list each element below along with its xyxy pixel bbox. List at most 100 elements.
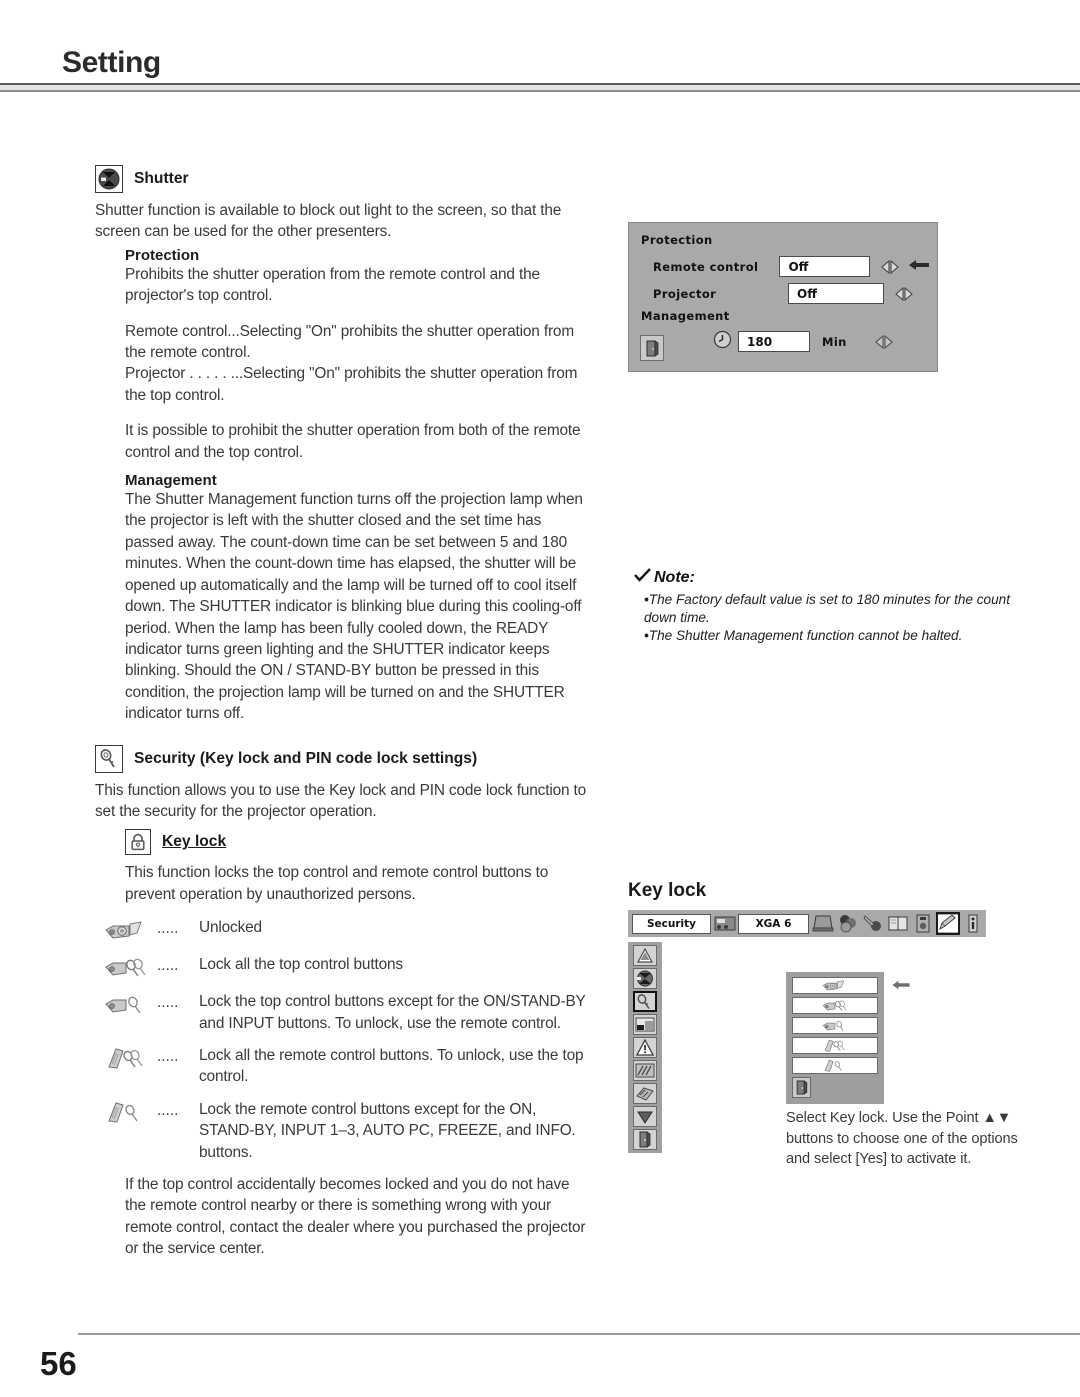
protection-item-1: Projector . . . . . ...Selecting "On" pr…	[125, 363, 590, 406]
sound-icon[interactable]	[912, 913, 934, 934]
osd-sidebar	[628, 942, 662, 1153]
key-lock-dropdown	[786, 972, 884, 1104]
security-heading-label: Security (Key lock and PIN code lock set…	[134, 749, 478, 767]
dropdown-exit-door-icon[interactable]	[792, 1077, 811, 1098]
sidebar-item-filter[interactable]	[633, 1060, 657, 1081]
key-lock-osd-caption: Select Key lock. Use the Point ▲▼ button…	[786, 1110, 1018, 1168]
osd-projector-label: Projector	[653, 286, 717, 301]
protection-item-0: Remote control...Selecting "On" prohibit…	[125, 321, 590, 364]
note-block: Note: •The Factory default value is set …	[634, 568, 1010, 646]
right-column: Protection Remote control Off Projector …	[628, 222, 1028, 372]
sidebar-item-shutter[interactable]	[633, 968, 657, 989]
footer-divider	[78, 1333, 1080, 1335]
list-dots: .....	[157, 1101, 179, 1119]
list-item-text: Unlocked	[199, 919, 262, 937]
projector-lock-all-icon	[95, 954, 157, 980]
left-column: Shutter Shutter function is available to…	[95, 165, 590, 1260]
protection-osd-dialog: Protection Remote control Off Projector …	[628, 222, 938, 372]
osd-remote-control-arrows[interactable]	[879, 259, 901, 274]
list-dots: .....	[157, 957, 179, 975]
list-item: ..... Unlocked	[95, 917, 590, 943]
osd-protection-title: Protection	[641, 233, 713, 247]
list-item-text: Lock the top control buttons except for …	[199, 993, 586, 1032]
key-lock-osd-title: Key lock	[628, 880, 707, 901]
osd-projector-arrows[interactable]	[893, 286, 915, 301]
sidebar-item-down-arrow[interactable]	[633, 1106, 657, 1127]
list-dots: .....	[157, 994, 179, 1012]
left-arrow-icon	[890, 976, 912, 995]
protection-label: Protection	[125, 246, 200, 264]
sidebar-item-security[interactable]	[633, 991, 657, 1012]
protection-item-1-term: Projector . . . . . ...	[125, 365, 243, 383]
list-item-text: Lock the remote control buttons except f…	[199, 1100, 576, 1161]
dropdown-option-unlocked[interactable]	[792, 977, 878, 994]
clock-icon	[713, 330, 732, 353]
list-item: ..... Lock all the remote control button…	[95, 1045, 590, 1088]
key-lock-osd-block: Key lock Security XGA 6 Select Key lock.…	[628, 880, 1028, 1167]
list-item-text: Lock all the top control buttons	[199, 956, 403, 974]
screen-icon[interactable]	[887, 913, 909, 934]
manual-page: Setting Shutter Shutter function is avai…	[0, 0, 1080, 1397]
osd-menu-label: Security	[632, 913, 711, 934]
list-dots: .....	[157, 1047, 179, 1065]
color-adjust-icon[interactable]	[837, 913, 859, 934]
sidebar-item-lamp[interactable]	[633, 1014, 657, 1035]
note-item-text: The Factory default value is set to 180 …	[644, 592, 1010, 626]
key-lock-osd: Security XGA 6 Select Key lock. Use the …	[628, 910, 1018, 1167]
note-item: •The Shutter Management function cannot …	[644, 628, 963, 644]
list-item: ..... Lock the top control buttons excep…	[95, 991, 590, 1034]
osd-projector-value[interactable]: Off	[788, 283, 884, 304]
sidebar-item-exit[interactable]	[633, 1129, 657, 1150]
osd-input-label: XGA 6	[737, 913, 809, 934]
key-lock-closing: If the top control accidentally becomes …	[125, 1176, 586, 1258]
osd-remote-control-value[interactable]: Off	[779, 256, 870, 277]
list-item: ..... Lock all the top control buttons	[95, 954, 590, 980]
sidebar-item-warning[interactable]	[633, 1037, 657, 1058]
exit-door-icon[interactable]	[640, 335, 664, 361]
sidebar-item-filter-counter[interactable]	[633, 1083, 657, 1104]
management-label: Management	[125, 472, 217, 490]
image-adjust-icon[interactable]	[862, 913, 884, 934]
dropdown-option-lock-all-remote[interactable]	[792, 1037, 878, 1054]
list-item: ..... Lock the remote control buttons ex…	[95, 1099, 590, 1163]
dropdown-option-lock-partial-top[interactable]	[792, 1017, 878, 1034]
dropdown-option-lock-partial-remote[interactable]	[792, 1057, 878, 1074]
osd-timer-arrows[interactable]	[873, 334, 895, 349]
remote-lock-all-icon	[95, 1045, 157, 1071]
page-header: Setting	[0, 48, 1080, 92]
osd-menubar: Security XGA 6	[628, 910, 986, 937]
page-footer: 56	[0, 1319, 1080, 1397]
key-lock-option-list: ..... Unlocked ..... Lock all the top co…	[95, 917, 590, 1163]
protection-item-0-term: Remote control...	[125, 322, 240, 340]
input-source-icon[interactable]	[714, 913, 736, 934]
osd-remote-control-label: Remote control	[653, 259, 759, 274]
key-lock-desc: This function locks the top control and …	[125, 864, 549, 903]
shutter-icon	[95, 165, 123, 193]
note-item: •The Factory default value is set to 180…	[644, 592, 1010, 626]
security-desc: This function allows you to use the Key …	[95, 781, 587, 820]
computer-icon[interactable]	[812, 913, 834, 934]
projector-lock-partial-icon	[95, 991, 157, 1017]
projector-unlocked-icon	[95, 917, 157, 943]
list-item-text: Lock all the remote control buttons. To …	[199, 1046, 584, 1086]
management-desc: The Shutter Management function turns of…	[125, 491, 583, 723]
header-divider	[0, 83, 1080, 92]
list-dots: .....	[157, 920, 179, 938]
osd-timer-value[interactable]: 180	[738, 331, 810, 352]
osd-management-title: Management	[641, 309, 730, 323]
dropdown-option-lock-all-top[interactable]	[792, 997, 878, 1014]
key-lock-subsection-heading: Key lock	[125, 829, 590, 856]
security-section-heading: Security (Key lock and PIN code lock set…	[95, 744, 590, 773]
setting-pencil-icon[interactable]	[936, 912, 960, 935]
note-title: Note:	[654, 569, 695, 586]
shutter-section-heading: Shutter	[95, 165, 590, 193]
sidebar-item-keystone[interactable]	[633, 945, 657, 966]
page-title: Setting	[62, 46, 161, 79]
protection-desc: Prohibits the shutter operation from the…	[125, 265, 540, 305]
shutter-intro: Shutter function is available to block o…	[95, 202, 562, 241]
page-number: 56	[40, 1345, 77, 1382]
padlock-icon	[125, 829, 151, 856]
osd-timer-unit: Min	[822, 334, 847, 349]
information-icon[interactable]	[962, 913, 984, 934]
check-icon	[634, 568, 651, 588]
